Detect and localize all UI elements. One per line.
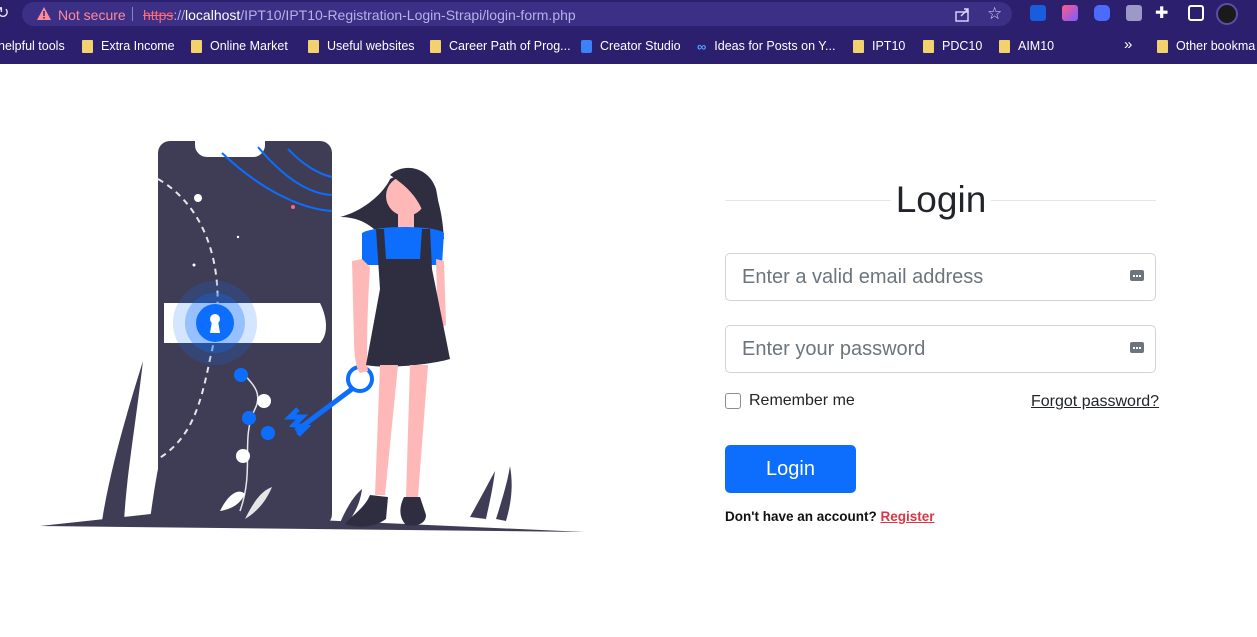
bookmark-label: AIM10 — [1018, 39, 1055, 53]
bookmark-label: Online Market — [210, 39, 288, 53]
bookmark-label: Ideas for Posts on Y... — [714, 39, 836, 53]
bookmark-label: PDC10 — [942, 39, 983, 53]
folder-icon — [430, 39, 441, 53]
bookmark-label: Creator Studio — [600, 39, 681, 53]
more-bookmarks-button[interactable]: » — [1124, 36, 1132, 53]
bookmark-item[interactable]: Extra Income — [82, 38, 175, 54]
folder-icon — [923, 39, 934, 53]
password-field[interactable] — [725, 325, 1156, 373]
bookmarks-bar: helpful tools Extra Income Online Market… — [0, 28, 1257, 64]
remember-label[interactable]: Remember me — [749, 392, 855, 410]
share-icon[interactable] — [955, 7, 971, 22]
forgot-password-link[interactable]: Forgot password? — [1031, 393, 1159, 411]
remember-checkbox[interactable] — [725, 393, 741, 409]
bookmark-item[interactable]: Useful websites — [308, 38, 415, 54]
bookmark-label: Career Path of Prog... — [449, 39, 571, 53]
folder-icon — [1157, 39, 1168, 53]
password-input[interactable] — [726, 326, 1155, 372]
star-icon[interactable]: ☆ — [987, 4, 1002, 24]
url-scheme: https — [143, 7, 174, 23]
browser-toolbar: ↻ Not secure https://localhost/IPT10/IPT… — [0, 0, 1257, 28]
folder-icon — [191, 39, 202, 53]
login-heading: Login — [725, 178, 1156, 222]
bookmark-item[interactable]: PDC10 — [923, 38, 982, 54]
bookmark-label: helpful tools — [0, 39, 65, 53]
side-panel-icon[interactable] — [1188, 5, 1204, 21]
bookmark-label: Useful websites — [327, 39, 415, 53]
folder-icon — [999, 39, 1010, 53]
bookmark-item[interactable]: ∞ Ideas for Posts on Y... — [697, 38, 835, 54]
bookmark-label: Extra Income — [101, 39, 175, 53]
email-input[interactable] — [726, 254, 1155, 300]
hexagon-extension-icon[interactable] — [1094, 5, 1110, 21]
password-manager-key-icon[interactable] — [1130, 342, 1144, 353]
avatar[interactable] — [1216, 3, 1238, 25]
warning-icon[interactable] — [36, 6, 52, 22]
bookmark-item[interactable]: helpful tools — [0, 38, 65, 54]
page-content: Login Remember me Forgot password? Login… — [0, 64, 1257, 637]
url-separator: :// — [173, 7, 186, 23]
password-manager-key-icon[interactable] — [1130, 270, 1144, 281]
bookmark-item[interactable]: Creator Studio — [581, 38, 681, 54]
login-illustration — [40, 139, 585, 532]
register-prompt: Don't have an account? Register — [725, 509, 935, 524]
bookmark-label: IPT10 — [872, 39, 906, 53]
bookmark-item[interactable]: Online Market — [191, 38, 288, 54]
other-bookmarks[interactable]: Other bookma — [1157, 38, 1255, 54]
bookmark-item[interactable]: IPT10 — [853, 38, 905, 54]
email-field[interactable] — [725, 253, 1156, 301]
page-title: Login — [891, 178, 991, 222]
creator-studio-icon — [581, 39, 592, 53]
url-host: localhost — [185, 7, 241, 23]
folder-icon — [82, 39, 93, 53]
login-button[interactable]: Login — [725, 445, 856, 493]
bitwarden-extension-icon[interactable] — [1030, 5, 1046, 21]
puzzle-icon[interactable]: ✚ — [1155, 3, 1168, 23]
clickup-extension-icon[interactable] — [1062, 5, 1078, 21]
camera-extension-icon[interactable] — [1126, 5, 1142, 21]
register-link[interactable]: Register — [881, 509, 935, 524]
bookmark-label: Other bookma — [1176, 39, 1256, 53]
divider — [132, 7, 133, 21]
address-bar[interactable]: Not secure https://localhost/IPT10/IPT10… — [22, 2, 1012, 26]
bookmark-item[interactable]: Career Path of Prog... — [430, 38, 571, 54]
meta-icon: ∞ — [697, 38, 707, 54]
folder-icon — [853, 39, 864, 53]
url-text[interactable]: https://localhost/IPT10/IPT10-Registrati… — [143, 7, 576, 23]
reload-icon[interactable]: ↻ — [0, 3, 9, 23]
no-account-text: Don't have an account? — [725, 509, 877, 524]
folder-icon — [308, 39, 319, 53]
url-path: /IPT10/IPT10-Registration-Login-Strapi/l… — [240, 7, 576, 23]
security-label[interactable]: Not secure — [58, 7, 126, 23]
bookmark-item[interactable]: AIM10 — [999, 38, 1054, 54]
remember-me[interactable]: Remember me — [725, 392, 855, 410]
